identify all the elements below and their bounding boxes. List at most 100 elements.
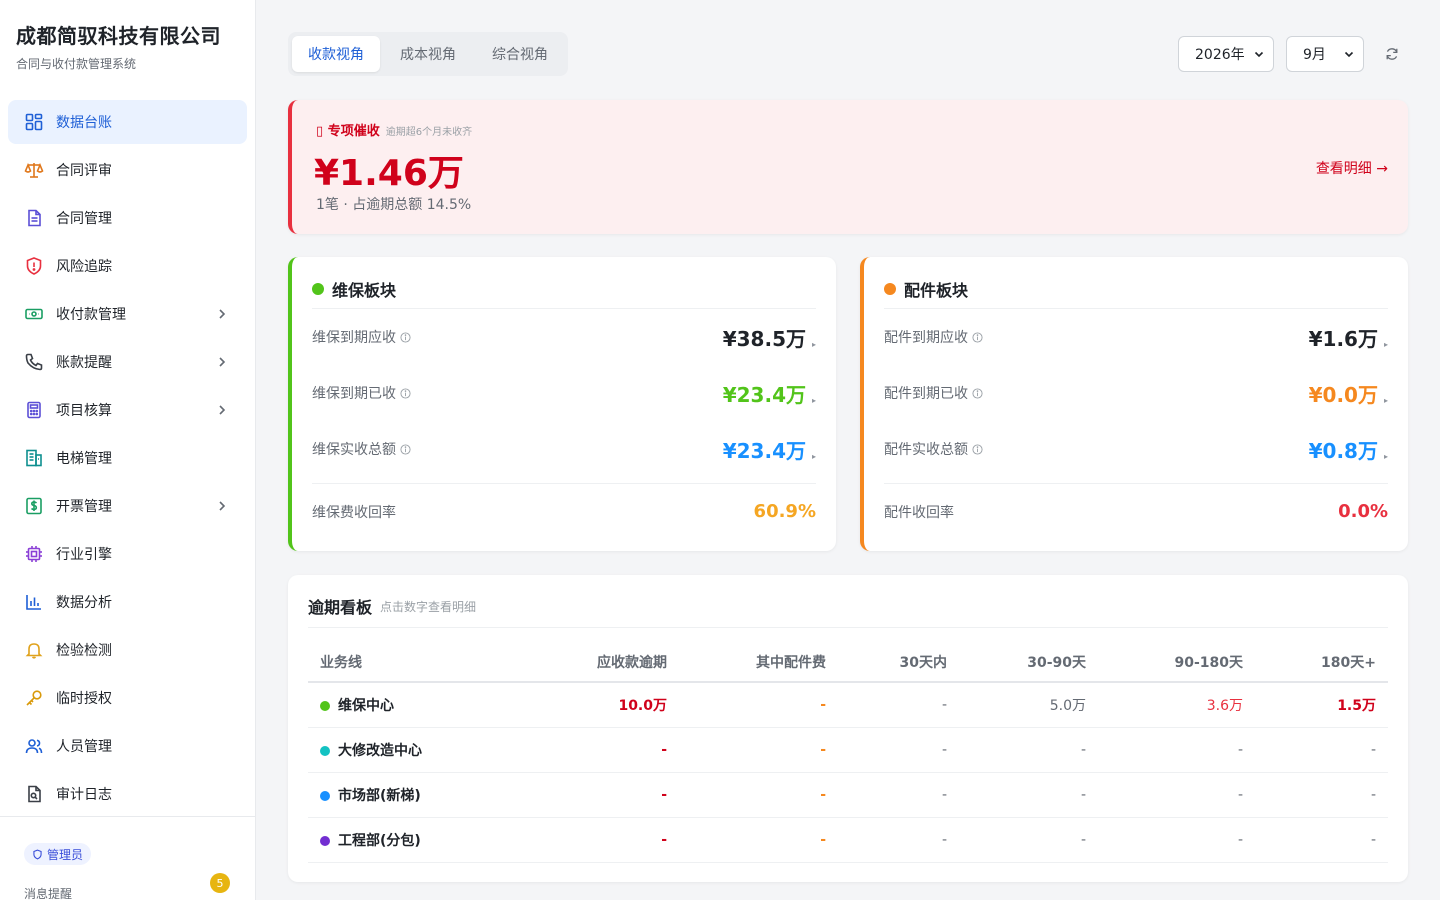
metric-value[interactable]: ¥0.0万 ▸ xyxy=(1309,379,1388,408)
parts-segment-card: 配件板块 配件到期应收 ¥1.6万 ▸ 配件到期已收 ¥0.0万 ▸ 配件实收总… xyxy=(860,257,1408,551)
days-30-90-cell[interactable]: 5.0万 xyxy=(959,682,1098,728)
sidebar-item-label: 项目核算 xyxy=(56,403,112,419)
days-180-plus-cell[interactable]: 1.5万 xyxy=(1255,682,1388,728)
column-header: 其中配件费 xyxy=(679,642,838,683)
sidebar-item-label: 开票管理 xyxy=(56,499,112,515)
sidebar-item-reminders[interactable]: 账款提醒 xyxy=(8,340,247,384)
segment-metric-row: 维保到期已收 ¥23.4万 ▸ xyxy=(312,365,816,421)
sidebar-item-industry-engine[interactable]: 行业引擎 xyxy=(8,532,247,576)
business-line-cell: 维保中心 xyxy=(308,682,513,728)
metric-value[interactable]: ¥23.4万 ▸ xyxy=(723,379,816,408)
segment-title: 配件板块 xyxy=(884,257,1388,309)
sidebar-item-label: 数据分析 xyxy=(56,595,112,611)
board-subtitle: 点击数字查看明细 xyxy=(380,599,477,614)
segment-title: 维保板块 xyxy=(312,257,816,309)
company-name: 成都简驭科技有限公司 xyxy=(16,24,221,48)
days-180-plus-cell: - xyxy=(1255,727,1388,773)
triangle-right-icon: ▸ xyxy=(1383,395,1388,405)
tab-receivables[interactable]: 收款视角 xyxy=(292,36,380,72)
column-header: 180天+ xyxy=(1255,642,1388,683)
sidebar-item-label: 数据台账 xyxy=(56,115,112,131)
refresh-button[interactable] xyxy=(1376,38,1408,70)
sidebar-item-audit-log[interactable]: 审计日志 xyxy=(8,772,247,816)
chevron-down-icon xyxy=(1254,51,1264,58)
days-90-180-cell[interactable]: 3.6万 xyxy=(1098,682,1255,728)
info-icon[interactable] xyxy=(972,387,983,399)
overdue-cell[interactable]: 10.0万 xyxy=(513,682,679,728)
row-dot xyxy=(320,835,330,846)
messages-count-badge: 5 xyxy=(210,873,230,893)
metric-value[interactable]: ¥1.6万 ▸ xyxy=(1309,323,1388,352)
info-icon[interactable] xyxy=(972,443,983,455)
within-30-cell: - xyxy=(838,772,959,818)
view-details-link[interactable]: 查看明细 → xyxy=(1316,158,1388,178)
table-row: 大修改造中心 - - - - - - xyxy=(308,727,1388,773)
info-icon[interactable] xyxy=(972,331,983,343)
sidebar-item-personnel[interactable]: 人员管理 xyxy=(8,724,247,768)
refresh-icon xyxy=(1386,48,1398,60)
parts-fee-cell: - xyxy=(679,727,838,773)
sidebar-item-temp-authorization[interactable]: 临时授权 xyxy=(8,676,247,720)
triangle-right-icon: ▸ xyxy=(811,451,816,461)
month-select[interactable]: 9月 xyxy=(1286,36,1364,72)
business-line-name: 大修改造中心 xyxy=(338,742,422,759)
info-icon[interactable] xyxy=(400,387,411,399)
audit-file-icon xyxy=(24,784,44,804)
parts-fee-cell[interactable]: - xyxy=(679,682,838,728)
sidebar-item-label: 审计日志 xyxy=(56,787,112,803)
sidebar-item-label: 临时授权 xyxy=(56,691,112,707)
metric-label: 维保实收总额 xyxy=(312,439,411,459)
calculator-icon xyxy=(24,400,44,420)
period-filters: 2026年 9月 xyxy=(1178,36,1408,72)
metric-value[interactable]: ¥38.5万 ▸ xyxy=(723,323,816,352)
metric-label: 配件到期已收 xyxy=(884,383,983,403)
year-select[interactable]: 2026年 xyxy=(1178,36,1274,72)
metric-value-text: ¥1.6万 xyxy=(1308,326,1378,351)
sidebar-item-dashboard[interactable]: 数据台账 xyxy=(8,100,247,144)
messages-link[interactable]: 消息提醒 5 xyxy=(24,873,232,900)
sidebar-item-invoicing[interactable]: 开票管理 xyxy=(8,484,247,528)
brand: 成都简驭科技有限公司 合同与收付款管理系统 xyxy=(0,0,255,88)
alert-tag: ▯ 专项催收 xyxy=(316,124,380,139)
bar-chart-icon xyxy=(24,592,44,612)
triangle-right-icon: ▸ xyxy=(1383,339,1388,349)
days-30-90-cell: - xyxy=(959,772,1098,818)
sidebar-item-contract-review[interactable]: 合同评审 xyxy=(8,148,247,192)
column-header: 90-180天 xyxy=(1098,642,1255,683)
special-collection-alert: ▯ 专项催收 逾期超6个月未收齐 ¥1.46万 1笔 · 占逾期总额 14.5%… xyxy=(288,100,1408,234)
segment-metric-row: 维保实收总额 ¥23.4万 ▸ xyxy=(312,421,816,477)
tab-cost[interactable]: 成本视角 xyxy=(384,36,472,72)
sidebar-item-contract-management[interactable]: 合同管理 xyxy=(8,196,247,240)
sidebar-item-inspection[interactable]: 检验检测 xyxy=(8,628,247,672)
role-badge: 管理员 xyxy=(24,843,92,865)
sidebar-item-analytics[interactable]: 数据分析 xyxy=(8,580,247,624)
chevron-right-icon xyxy=(219,405,226,415)
sidebar-item-elevators[interactable]: 电梯管理 xyxy=(8,436,247,480)
document-icon xyxy=(24,208,44,228)
metric-value-text: ¥0.8万 xyxy=(1308,438,1378,463)
sidebar-item-risk-tracking[interactable]: 风险追踪 xyxy=(8,244,247,288)
scale-icon xyxy=(24,160,44,180)
metric-value[interactable]: ¥23.4万 ▸ xyxy=(723,435,816,464)
info-icon[interactable] xyxy=(400,331,411,343)
messages-label: 消息提醒 xyxy=(24,887,73,900)
within-30-cell: - xyxy=(838,817,959,863)
tab-overview[interactable]: 综合视角 xyxy=(476,36,564,72)
year-value: 2026年 xyxy=(1195,47,1245,63)
overdue-cell: - xyxy=(513,727,679,773)
parts-fee-cell: - xyxy=(679,817,838,863)
sidebar-item-label: 账款提醒 xyxy=(56,355,112,371)
rate-value: 0.0% xyxy=(1338,501,1388,522)
table-header-row: 业务线 应收款逾期 其中配件费 30天内 30-90天 90-180天 180天… xyxy=(308,642,1388,683)
users-icon xyxy=(24,736,44,756)
info-icon[interactable] xyxy=(400,443,411,455)
segment-metric-row: 配件到期已收 ¥0.0万 ▸ xyxy=(884,365,1388,421)
sidebar-item-label: 行业引擎 xyxy=(56,547,112,563)
metric-value[interactable]: ¥0.8万 ▸ xyxy=(1309,435,1388,464)
metric-value-text: ¥38.5万 xyxy=(722,326,806,351)
sidebar-item-project-accounting[interactable]: 项目核算 xyxy=(8,388,247,432)
sidebar-item-payments[interactable]: 收付款管理 xyxy=(8,292,247,336)
parts-fee-cell: - xyxy=(679,772,838,818)
triangle-right-icon: ▸ xyxy=(811,339,816,349)
overdue-cell: - xyxy=(513,772,679,818)
